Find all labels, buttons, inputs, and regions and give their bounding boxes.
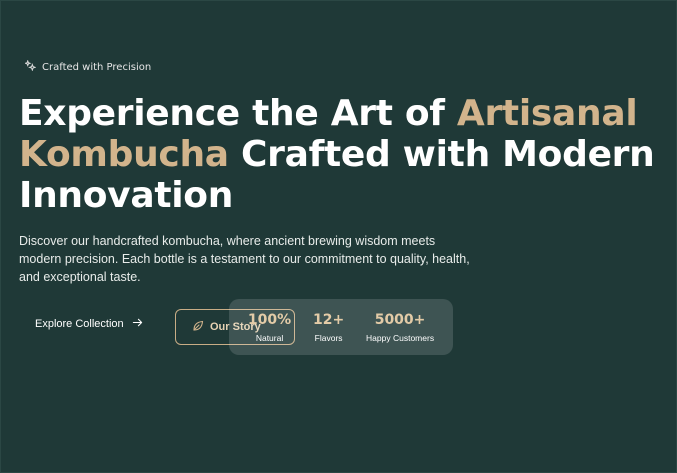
stat-customers: 5000+ Happy Customers [366,311,434,343]
hero-section: Crafted with Precision Experience the Ar… [0,0,677,473]
stat-natural: 100% Natural [248,311,291,343]
badge-text: Crafted with Precision [42,61,152,73]
stat-value: 12+ [313,312,345,328]
headline-part-1: Experience the Art of [19,93,457,134]
leaf-icon [192,320,204,335]
stats-panel: 100% Natural 12+ Flavors 5000+ Happy Cus… [229,299,453,355]
precision-badge: Crafted with Precision [23,59,152,74]
stat-label: Happy Customers [366,333,435,343]
stat-value: 5000+ [374,312,426,328]
stat-label: Natural [255,333,284,343]
stat-label: Flavors [314,333,343,343]
hero-headline: Experience the Art of Artisanal Kombucha… [19,93,659,216]
hero-description: Discover our handcrafted kombucha, where… [19,234,470,284]
explore-label: Explore Collection [35,318,124,330]
arrow-right-icon [132,317,143,331]
stat-flavors: 12+ Flavors [313,311,344,343]
sparkle-icon [23,59,37,74]
explore-collection-button[interactable]: Explore Collection [35,317,143,331]
stat-value: 100% [247,312,292,328]
